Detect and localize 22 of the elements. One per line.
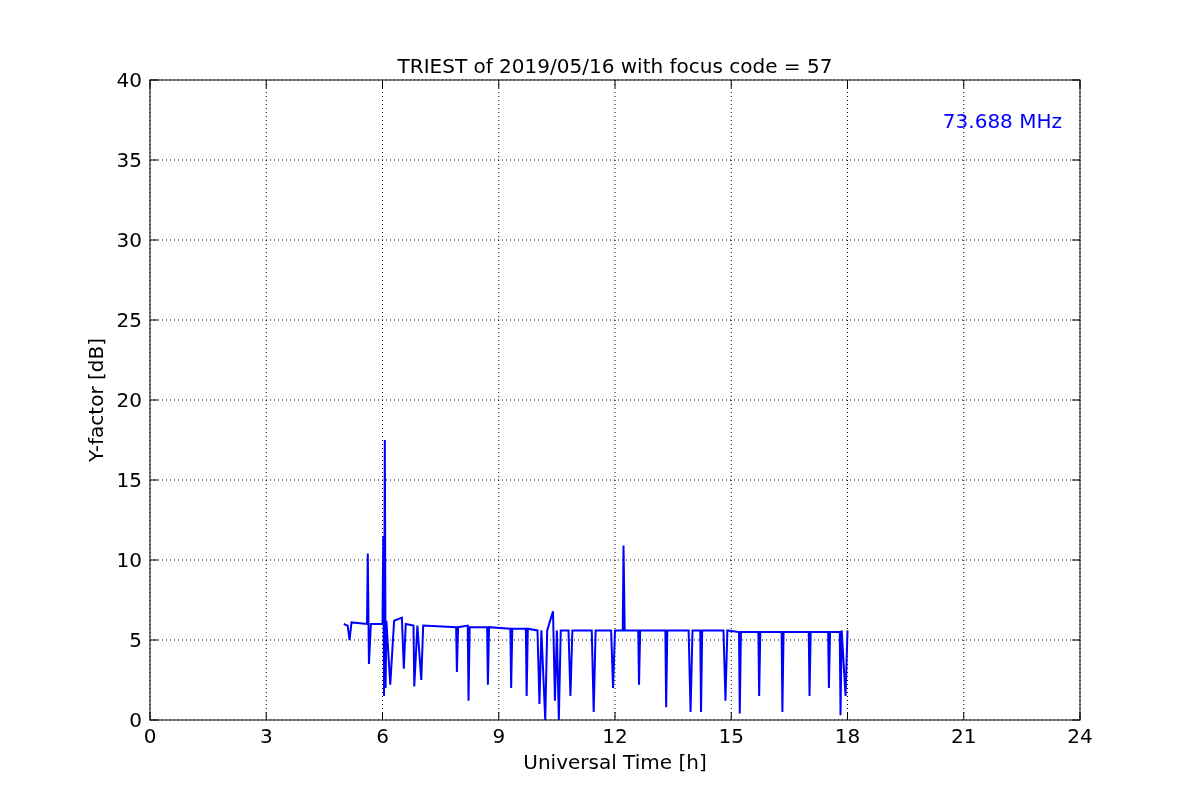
y-tick-label: 35 (116, 148, 142, 172)
series-label: 73.688 MHz (942, 109, 1062, 133)
x-tick-label: 0 (143, 724, 157, 748)
x-tick-label: 12 (602, 724, 628, 748)
x-tick-label: 15 (718, 724, 744, 748)
x-tick-label: 9 (492, 724, 506, 748)
y-tick-label: 40 (116, 68, 142, 92)
x-tick-label: 6 (376, 724, 389, 748)
y-tick-label: 20 (116, 388, 142, 412)
x-tick-label: 3 (259, 724, 273, 748)
x-tick-label: 21 (951, 724, 977, 748)
y-tick-label: 25 (116, 308, 142, 332)
y-tick-label: 5 (129, 628, 142, 652)
x-tick-label: 18 (834, 724, 861, 748)
x-tick-label: 24 (1067, 724, 1093, 748)
y-tick-label: 15 (116, 468, 142, 492)
y-axis-label: Y-factor [dB] (84, 338, 108, 462)
chart-title: TRIEST of 2019/05/16 with focus code = 57 (397, 54, 833, 78)
x-axis-label: Universal Time [h] (523, 750, 707, 774)
y-tick-label: 10 (116, 548, 142, 572)
y-tick-label: 0 (129, 708, 142, 732)
y-tick-label: 30 (116, 228, 142, 252)
